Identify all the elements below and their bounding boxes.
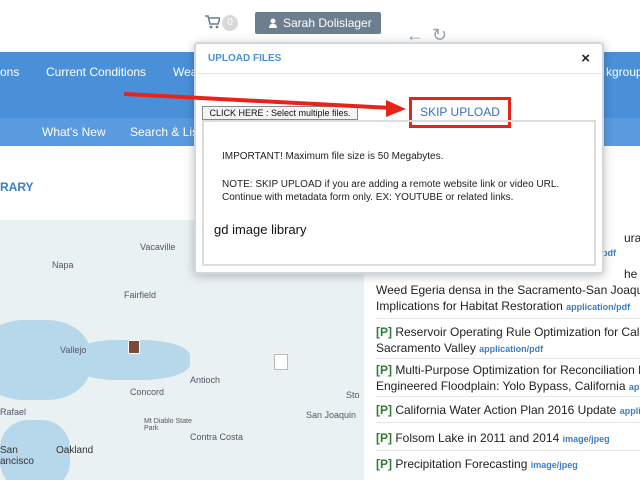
result-title: he Subm (624, 267, 640, 281)
list-item[interactable]: [P] Reservoir Operating Rule Optimizatio… (376, 324, 640, 340)
map-label: Rafael (0, 407, 27, 417)
upload-drop-area[interactable]: IMPORTANT! Maximum file size is 50 Megab… (202, 120, 596, 266)
result-tag: [P] (376, 457, 392, 471)
divider (376, 318, 640, 319)
user-icon (269, 18, 277, 28)
map-label: Fairfield (124, 290, 157, 300)
skip-upload-note: NOTE: SKIP UPLOAD if you are adding a re… (222, 179, 560, 190)
result-mime: image/jpeg (530, 460, 578, 470)
divider (376, 450, 640, 451)
cart-icon[interactable] (204, 15, 220, 29)
result-mime: applicat (619, 406, 640, 416)
result-mime: applic (628, 382, 640, 392)
result-tag: [P] (376, 363, 392, 377)
map-marker-document[interactable] (274, 354, 288, 370)
list-item[interactable]: [P] Precipitation Forecasting image/jpeg (376, 456, 578, 473)
result-mime: image/jpeg (562, 434, 610, 444)
map-label: San Joaquin (306, 410, 357, 420)
list-item[interactable]: ural Flo (624, 230, 640, 246)
library-name: gd image library (214, 222, 307, 237)
result-tag: [P] (376, 325, 392, 339)
select-files-button[interactable]: CLICK HERE : Select multiple files. (202, 106, 358, 120)
map-label: San (0, 445, 18, 456)
modal-title: UPLOAD FILES (208, 53, 282, 64)
list-item[interactable]: [P] Folsom Lake in 2011 and 2014 image/j… (376, 430, 610, 447)
upload-files-modal: UPLOAD FILES × CLICK HERE : Select multi… (194, 42, 604, 274)
modal-header: UPLOAD FILES × (196, 44, 602, 74)
list-item[interactable]: Weed Egeria densa in the Sacramento-San … (376, 282, 640, 298)
map-label: ancisco (0, 456, 34, 467)
list-item[interactable]: he Subm (624, 266, 640, 282)
list-item[interactable]: Implications for Habitat Restoration app… (376, 298, 630, 315)
user-name: Sarah Dolislager (283, 16, 372, 30)
result-title: Sacramento Valley (376, 341, 476, 355)
result-mime: application/pdf (566, 302, 631, 312)
map-label: Sto (346, 390, 360, 400)
result-title: Folsom Lake in 2011 and 2014 (395, 431, 560, 445)
map-label: Napa (52, 260, 74, 270)
nav-item-whats-new[interactable]: What's New (42, 125, 106, 139)
result-title: Weed Egeria densa in the Sacramento-San … (376, 283, 640, 297)
skip-upload-note-continued: Continue with metadata form only. EX: YO… (222, 192, 514, 203)
user-account-button[interactable]: Sarah Dolislager (255, 12, 381, 34)
list-item[interactable]: [P] California Water Action Plan 2016 Up… (376, 402, 640, 419)
result-title: Reservoir Operating Rule Optimization fo… (395, 325, 640, 339)
result-title: Multi-Purpose Optimization for Reconcili… (395, 363, 640, 377)
result-tag: [P] (376, 403, 392, 417)
nav-item-search-list[interactable]: Search & Lis (130, 125, 198, 139)
library-heading: RARY (0, 180, 34, 194)
map-label: Contra Costa (190, 432, 244, 442)
map-label: Mt Diablo State Park (144, 418, 192, 432)
map-label: Oakland (56, 445, 94, 456)
divider (376, 358, 640, 359)
result-title: Precipitation Forecasting (395, 457, 528, 471)
list-item[interactable]: [P] Multi-Purpose Optimization for Recon… (376, 362, 640, 378)
result-title: Engineered Floodplain: Yolo Bypass, Cali… (376, 379, 626, 393)
nav-item-current-conditions[interactable]: Current Conditions (46, 65, 146, 79)
close-icon[interactable]: × (581, 50, 590, 67)
divider (376, 422, 640, 423)
map-label: Concord (130, 387, 165, 397)
result-title: California Water Action Plan 2016 Update (395, 403, 617, 417)
list-item[interactable]: Engineered Floodplain: Yolo Bypass, Cali… (376, 378, 640, 395)
cart-count-badge: 0 (222, 15, 238, 31)
map-label: Vallejo (60, 345, 87, 355)
map-marker-image[interactable] (128, 340, 140, 354)
important-note: IMPORTANT! Maximum file size is 50 Megab… (222, 151, 444, 162)
list-item[interactable]: Sacramento Valley application/pdf (376, 340, 543, 357)
result-mime: application/pdf (479, 344, 544, 354)
result-title: ural Flo (624, 231, 640, 245)
result-title: Implications for Habitat Restoration (376, 299, 563, 313)
result-tag: [P] (376, 431, 392, 445)
divider (376, 396, 640, 397)
map-label: Antioch (190, 375, 221, 385)
map-label: Vacaville (140, 242, 176, 252)
nav-item-3[interactable]: kgroup (606, 65, 640, 79)
nav-item-0[interactable]: ons (0, 65, 19, 79)
